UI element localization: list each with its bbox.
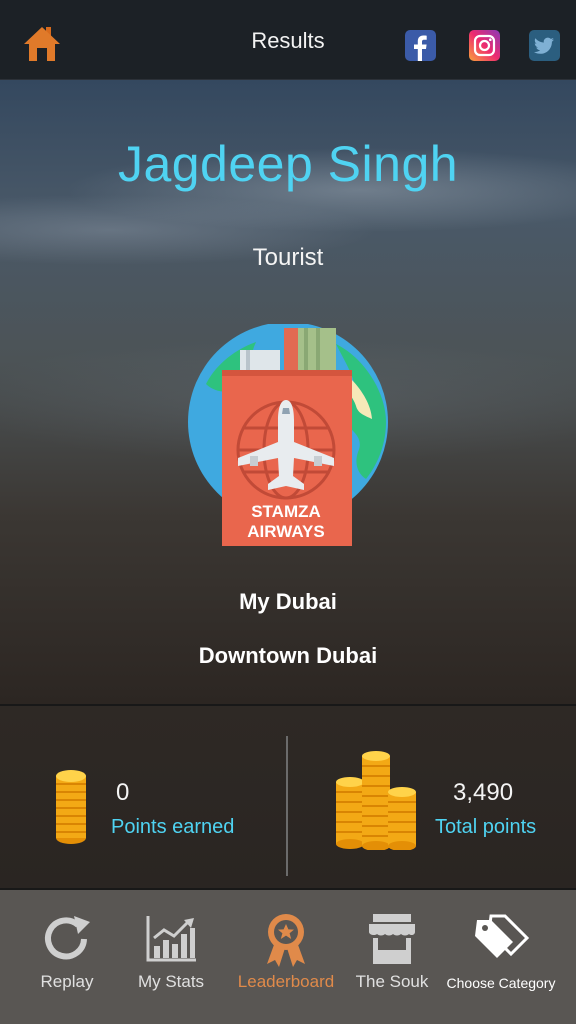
- rank-badge: STAMZA AIRWAYS: [186, 322, 392, 548]
- points-panel: 0 Points earned 3,490 Total points: [0, 704, 576, 890]
- bottom-nav: Replay My Stats Leaderboard The Souk Cho…: [0, 890, 576, 1024]
- facebook-icon: [414, 35, 427, 61]
- coin-piles-icon: [336, 751, 416, 850]
- nav-choose-category[interactable]: Choose Category: [444, 890, 558, 1024]
- nav-replay[interactable]: Replay: [18, 890, 116, 1024]
- total-points-value: 3,490: [453, 779, 514, 806]
- nav-leaderboard[interactable]: Leaderboard: [232, 890, 340, 1024]
- badge-line-1: STAMZA: [251, 502, 321, 521]
- chart-icon: [146, 916, 196, 962]
- nav-my-stats[interactable]: My Stats: [122, 890, 220, 1024]
- award-icon: [267, 914, 305, 967]
- total-points-label: Total points: [435, 816, 537, 838]
- home-button[interactable]: [22, 24, 62, 64]
- points-earned-label: Points earned: [111, 816, 235, 838]
- replay-icon: [45, 916, 90, 960]
- nav-label-my-stats: My Stats: [137, 972, 205, 991]
- twitter-icon: [534, 37, 554, 54]
- instagram-button[interactable]: [469, 30, 500, 61]
- nav-label-the-souk: The Souk: [355, 972, 429, 991]
- tags-icon: [475, 914, 529, 958]
- points-earned-value: 0: [116, 779, 130, 806]
- nav-label-replay: Replay: [40, 972, 94, 991]
- nav-label-choose-category: Choose Category: [446, 975, 556, 991]
- top-bar: Results: [0, 0, 576, 80]
- category-name: My Dubai: [239, 589, 337, 614]
- passport-globe-icon: STAMZA AIRWAYS: [188, 322, 388, 546]
- instagram-icon: [473, 34, 496, 57]
- badge-line-2: AIRWAYS: [247, 522, 324, 541]
- nav-label-leaderboard: Leaderboard: [237, 972, 335, 991]
- stats-divider: [286, 736, 288, 876]
- coin-stack-icon: [56, 770, 86, 844]
- player-name: Jagdeep Singh: [117, 136, 459, 192]
- shop-icon: [369, 914, 415, 964]
- nav-the-souk[interactable]: The Souk: [344, 890, 440, 1024]
- facebook-button[interactable]: [405, 30, 436, 61]
- results-hero: Jagdeep Singh Tourist STAMZA AIRWAYS My …: [0, 80, 576, 704]
- twitter-button[interactable]: [529, 30, 560, 61]
- subcategory-name: Downtown Dubai: [198, 643, 378, 668]
- home-icon: [24, 27, 60, 61]
- player-rank: Tourist: [252, 244, 324, 271]
